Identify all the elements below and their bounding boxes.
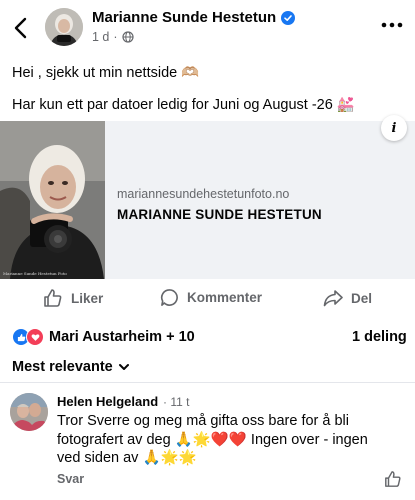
link-url[interactable]: mariannesundehestetunfoto.no (117, 187, 289, 201)
comment-label: Kommenter (187, 290, 263, 305)
post-time[interactable]: 1 d (92, 30, 109, 44)
reply-button[interactable]: Svar (57, 472, 84, 486)
comment-like-icon[interactable] (384, 470, 402, 488)
post-meta: 1 d · (92, 30, 134, 44)
image-watermark: Marianne Sunde Hestetun Foto (3, 271, 67, 276)
reactions-summary[interactable]: Mari Austarheim + 10 (12, 328, 195, 346)
share-button[interactable]: Del (323, 288, 372, 308)
like-icon (44, 289, 62, 307)
shares-count[interactable]: 1 deling (352, 329, 407, 345)
post-text-line-1: Hei , sjekk ut min nettside 🫶🏼 (12, 65, 200, 81)
share-icon (323, 290, 343, 307)
commenter-name[interactable]: Helen Helgeland (57, 394, 158, 409)
info-icon-label: i (391, 120, 397, 136)
comment-icon (160, 289, 178, 306)
like-label: Liker (71, 290, 104, 306)
comment-text: Tror Sverre og meg må gifta oss bare for… (57, 413, 368, 466)
divider (0, 382, 415, 383)
comments-sort-dropdown[interactable]: Mest relevante (12, 359, 130, 375)
link-title[interactable]: MARIANNE SUNDE HESTETUN (117, 207, 322, 222)
chevron-down-icon (118, 364, 129, 370)
reactions-text[interactable]: Mari Austarheim + 10 (49, 329, 195, 345)
author-name[interactable]: Marianne Sunde Hestetun (92, 9, 296, 26)
link-preview-image[interactable]: Marianne Sunde Hestetun Foto (0, 121, 105, 279)
verified-badge-icon (281, 10, 296, 25)
info-icon[interactable]: i (381, 115, 407, 141)
author-avatar[interactable] (45, 8, 83, 46)
commenter-avatar[interactable] (10, 393, 48, 431)
comments-sort-label: Mest relevante (12, 359, 113, 375)
love-reaction-icon (26, 328, 44, 346)
more-icon[interactable] (380, 20, 404, 30)
like-button[interactable]: Liker (43, 288, 103, 308)
comment-time: · 11 t (163, 395, 190, 409)
globe-icon (121, 31, 134, 43)
post-text-line-2: Har kun ett par datoer ledig for Juni og… (12, 97, 355, 113)
share-label: Del (351, 290, 373, 306)
author-name-text[interactable]: Marianne Sunde Hestetun (92, 9, 276, 26)
meta-separator: · (113, 30, 118, 44)
back-arrow-icon[interactable] (10, 14, 34, 42)
comment-button[interactable]: Kommenter (160, 288, 262, 307)
